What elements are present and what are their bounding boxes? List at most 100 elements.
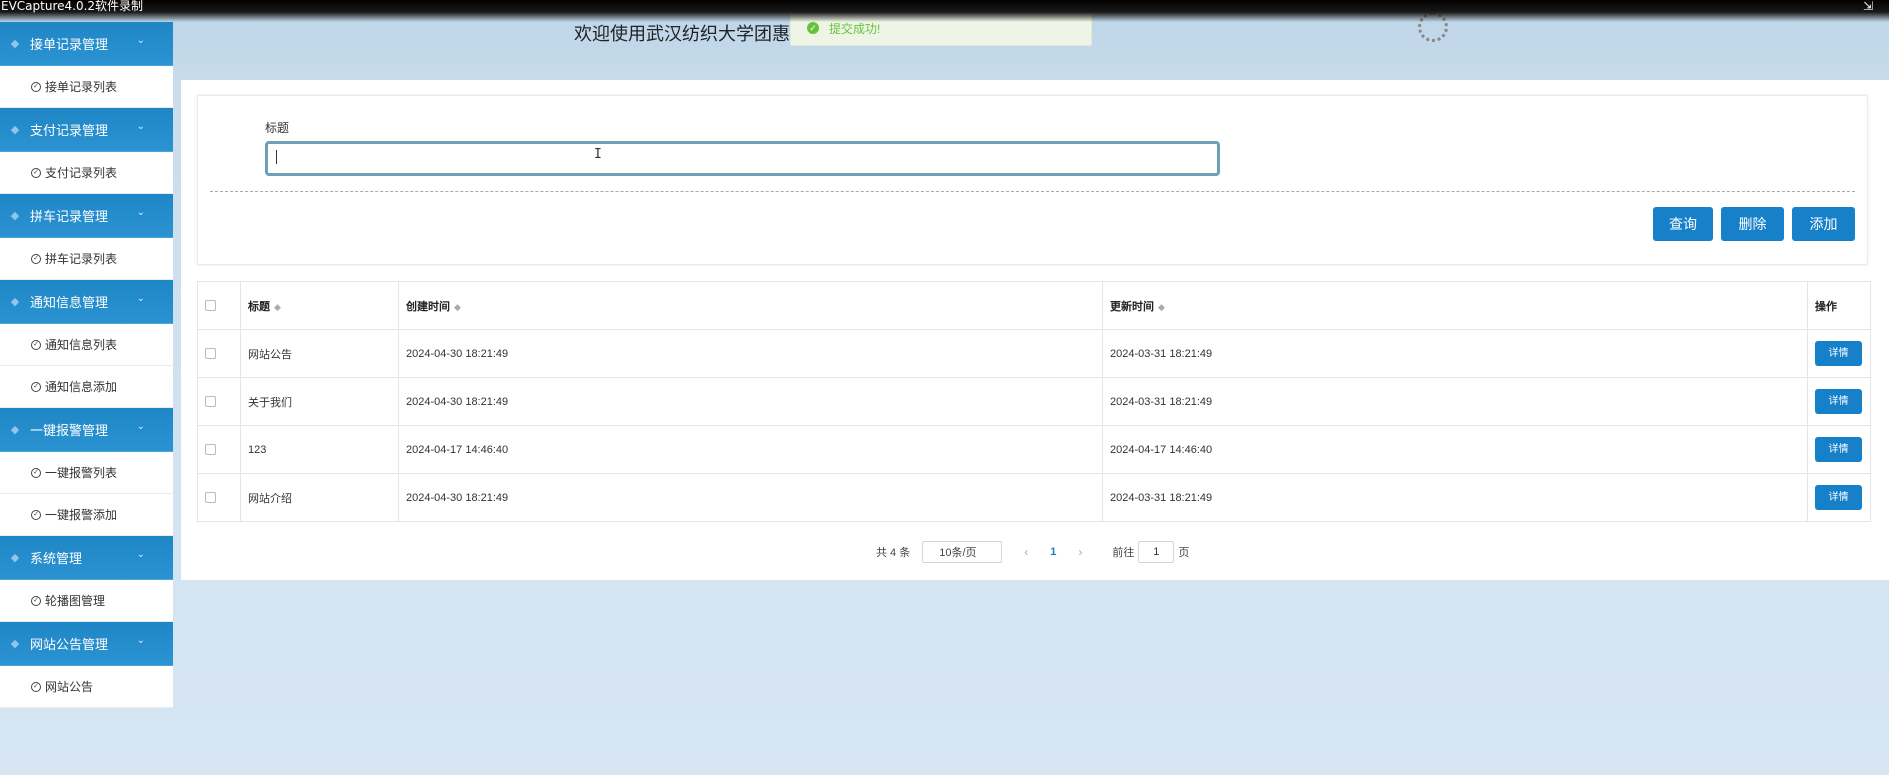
chevron-down-icon: ⌄ (136, 207, 145, 218)
search-label: 标题 (265, 121, 290, 135)
pagination: 共 4 条 10条/页 ‹ 1 › 前往 页 (876, 541, 1189, 563)
cell-title: 123 (240, 425, 399, 474)
add-button[interactable]: 添加 (1792, 207, 1855, 241)
cell-updated: 2024-04-17 14:46:40 (1102, 425, 1808, 474)
total-count: 共 4 条 (876, 547, 911, 559)
cell-created: 2024-04-30 18:21:49 (398, 377, 1103, 426)
detail-button[interactable]: 详情 (1815, 437, 1862, 462)
column-header-updated[interactable]: 更新时间 ◆ (1102, 281, 1808, 330)
detail-button[interactable]: 详情 (1815, 341, 1862, 366)
row-checkbox[interactable] (205, 396, 216, 408)
welcome-title: 欢迎使用武汉纺织大学团惠打 (574, 24, 794, 45)
recorder-bar: EVCapture4.0.2软件录制 ⇲ (0, 0, 1889, 22)
menu-item-alarm-add[interactable]: ✓ 一键报警添加 (0, 494, 173, 536)
menu-group-label: 网站公告管理 (30, 637, 109, 652)
detail-button[interactable]: 详情 (1815, 389, 1862, 414)
goto-label: 前往 (1112, 547, 1135, 559)
menu-group-alarm[interactable]: ◆ 一键报警管理 ⌄ (0, 408, 173, 452)
menu-item-announcement[interactable]: ✓ 网站公告 (0, 666, 173, 708)
column-header-actions: 操作 (1807, 281, 1871, 330)
query-button[interactable]: 查询 (1653, 207, 1713, 241)
sidebar: ◆ 接单记录管理 ⌄ ✓ 接单记录列表 ◆ 支付记录管理 ⌄ ✓ 支付记录列表 … (0, 22, 173, 708)
table-row: 网站介绍 2024-04-30 18:21:49 2024-03-31 18:2… (197, 473, 1871, 522)
text-caret (276, 150, 277, 164)
menu-group-label: 一键报警管理 (30, 423, 109, 438)
menu-item-label: 网站公告 (45, 680, 94, 694)
gem-icon: ◆ (10, 210, 20, 222)
header-label: 创建时间 (406, 300, 450, 313)
header-label: 更新时间 (1110, 300, 1154, 313)
next-page-button[interactable]: › (1078, 545, 1082, 559)
prev-page-button[interactable]: ‹ (1024, 545, 1028, 559)
gem-icon: ◆ (10, 296, 20, 308)
chevron-down-icon: ⌄ (136, 635, 145, 646)
menu-group-announcement[interactable]: ◆ 网站公告管理 ⌄ (0, 622, 173, 666)
menu-item-carousel[interactable]: ✓ 轮播图管理 (0, 580, 173, 622)
menu-group-label: 支付记录管理 (30, 123, 109, 138)
column-header-created[interactable]: 创建时间 ◆ (398, 281, 1103, 330)
cell-actions: 详情 (1807, 377, 1871, 426)
menu-group-system[interactable]: ◆ 系统管理 ⌄ (0, 536, 173, 580)
check-circle-icon: ✓ (31, 167, 41, 178)
menu-group-order-records[interactable]: ◆ 接单记录管理 ⌄ (0, 22, 173, 66)
row-checkbox[interactable] (205, 492, 216, 504)
sort-icon[interactable]: ◆ (274, 302, 281, 312)
chevron-down-icon: ⌄ (136, 293, 145, 304)
gem-icon: ◆ (10, 638, 20, 650)
sort-icon[interactable]: ◆ (1158, 302, 1165, 312)
row-select-cell (197, 329, 241, 378)
cell-title: 网站公告 (240, 329, 399, 378)
cell-title: 关于我们 (240, 377, 399, 426)
menu-item-label: 一键报警列表 (45, 466, 118, 480)
goto-page-input[interactable] (1138, 541, 1175, 563)
menu-item-order-list[interactable]: ✓ 接单记录列表 (0, 66, 173, 108)
select-all-checkbox[interactable] (205, 300, 216, 312)
chevron-down-icon: ⌄ (136, 549, 145, 560)
check-circle-icon: ✓ (31, 467, 41, 478)
toast-message: 提交成功! (829, 21, 881, 36)
menu-item-label: 拼车记录列表 (45, 252, 118, 266)
menu-item-label: 通知信息添加 (45, 380, 118, 394)
gem-icon: ◆ (10, 552, 20, 564)
delete-button[interactable]: 删除 (1721, 207, 1784, 241)
check-circle-icon: ✓ (31, 681, 41, 692)
detail-button[interactable]: 详情 (1815, 485, 1862, 510)
menu-group-label: 通知信息管理 (30, 295, 109, 310)
cell-updated: 2024-03-31 18:21:49 (1102, 329, 1808, 378)
cell-created: 2024-04-30 18:21:49 (398, 329, 1103, 378)
gem-icon: ◆ (10, 38, 20, 50)
column-header-title[interactable]: 标题 ◆ (240, 281, 399, 330)
cell-actions: 详情 (1807, 425, 1871, 474)
check-circle-icon: ✓ (31, 381, 41, 392)
divider (210, 191, 1855, 192)
menu-group-label: 系统管理 (30, 551, 83, 566)
header-label: 标题 (248, 300, 270, 313)
menu-item-label: 一键报警添加 (45, 508, 118, 522)
chevron-down-icon: ⌄ (136, 121, 145, 132)
check-circle-icon: ✓ (31, 595, 41, 606)
menu-item-payment-list[interactable]: ✓ 支付记录列表 (0, 152, 173, 194)
row-select-cell (197, 473, 241, 522)
menu-item-notice-add[interactable]: ✓ 通知信息添加 (0, 366, 173, 408)
ibeam-cursor-icon: I (594, 147, 602, 162)
row-checkbox[interactable] (205, 348, 216, 360)
goto-suffix: 页 (1178, 547, 1190, 559)
row-checkbox[interactable] (205, 444, 216, 456)
sort-icon[interactable]: ◆ (454, 302, 461, 312)
menu-group-payment-records[interactable]: ◆ 支付记录管理 ⌄ (0, 108, 173, 152)
page-number-current[interactable]: 1 (1050, 546, 1056, 558)
menu-item-alarm-list[interactable]: ✓ 一键报警列表 (0, 452, 173, 494)
check-circle-icon: ✓ (31, 339, 41, 350)
title-search-input[interactable] (265, 141, 1220, 176)
select-all-cell (197, 281, 241, 330)
cell-updated: 2024-03-31 18:21:49 (1102, 473, 1808, 522)
menu-group-carpool-records[interactable]: ◆ 拼车记录管理 ⌄ (0, 194, 173, 238)
menu-item-notice-list[interactable]: ✓ 通知信息列表 (0, 324, 173, 366)
menu-item-carpool-list[interactable]: ✓ 拼车记录列表 (0, 238, 173, 280)
chevron-down-icon: ⌄ (136, 35, 145, 46)
page-size-select[interactable]: 10条/页 (922, 541, 1003, 563)
search-card: 标题 I 查询 删除 添加 (197, 95, 1868, 265)
expand-icon[interactable]: ⇲ (1863, 0, 1881, 12)
menu-item-label: 支付记录列表 (45, 166, 118, 180)
menu-group-notice[interactable]: ◆ 通知信息管理 ⌄ (0, 280, 173, 324)
